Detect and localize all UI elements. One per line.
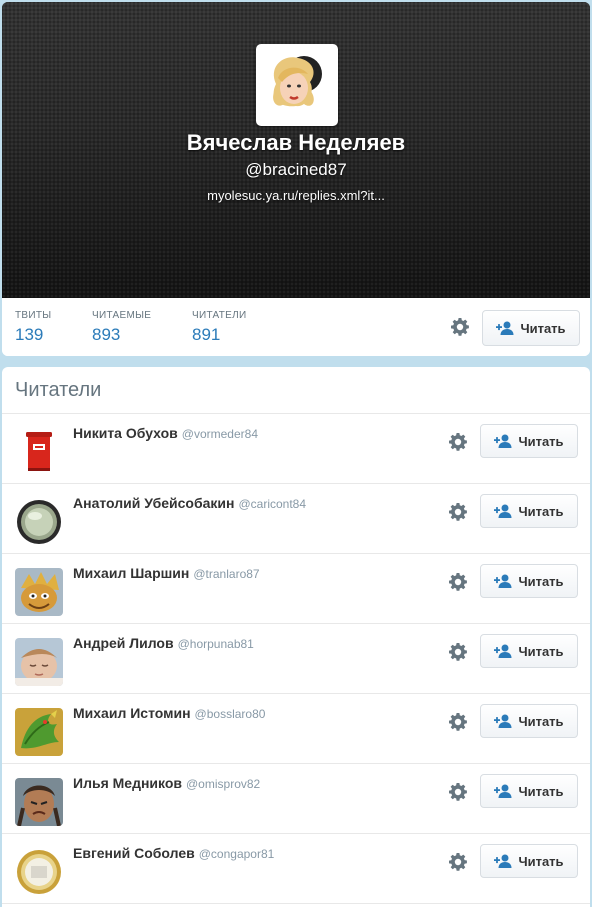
profile-avatar[interactable] [256,44,338,126]
follower-row[interactable]: Михаил Шаршин @tranlaro87 Читать [2,554,590,624]
add-user-icon [494,434,512,448]
profile-cover: Вячеслав Неделяев @bracined87 myolesuc.y… [2,2,590,298]
profile-url[interactable]: myolesuc.ya.ru/replies.xml?it... [2,188,590,203]
follower-name-line: Никита Обухов @vormeder84 [73,425,258,443]
follow-button-label: Читать [518,643,564,659]
add-user-icon [494,784,512,798]
follow-button-label: Читать [518,713,564,729]
follow-button[interactable]: Читать [480,494,578,528]
follower-name-line: Евгений Соболев @congapor81 [73,845,274,863]
stat-followers[interactable]: ЧИТАТЕЛИ 891 [192,310,246,345]
follower-avatar[interactable] [15,848,63,896]
gear-icon[interactable] [450,317,470,337]
follower-name-line: Анатолий Убейсобакин @caricont84 [73,495,306,513]
follower-row[interactable]: Михаил Истомин @bosslaro80 Читать [2,694,590,764]
follower-handle[interactable]: @horpunab81 [178,637,254,651]
follower-name[interactable]: Илья Медников [73,775,182,791]
follower-name[interactable]: Никита Обухов [73,425,178,441]
stat-tweets-label: ТВИТЫ [15,310,52,321]
follower-handle[interactable]: @caricont84 [238,497,306,511]
gear-icon[interactable] [448,642,468,662]
follower-handle[interactable]: @tranlaro87 [193,567,259,581]
stat-following-value: 893 [92,325,121,344]
follower-avatar[interactable] [15,708,63,756]
followers-rows: Никита Обухов @vormeder84 Читать Анатолий У… [2,414,590,904]
follow-button-label: Читать [520,320,566,336]
profile-card: Вячеслав Неделяев @bracined87 myolesuc.y… [2,2,590,356]
followers-list: Читатели Никита Обухов @vormeder84 Читать А… [2,367,590,907]
follower-row[interactable]: Андрей Лилов @horpunab81 Читать [2,624,590,694]
follow-button[interactable]: Читать [480,564,578,598]
follower-avatar[interactable] [15,498,63,546]
follower-name[interactable]: Михаил Шаршин [73,565,189,581]
profile-name: Вячеслав Неделяев [186,130,406,155]
follow-button-label: Читать [518,433,564,449]
add-user-icon [494,574,512,588]
follower-name-line: Андрей Лилов @horpunab81 [73,635,254,653]
follower-row[interactable]: Никита Обухов @vormeder84 Читать [2,414,590,484]
stat-followers-value: 891 [192,325,221,344]
stat-followers-label: ЧИТАТЕЛИ [192,310,247,321]
add-user-icon [496,321,514,335]
follower-name[interactable]: Анатолий Убейсобакин [73,495,234,511]
gear-icon[interactable] [448,782,468,802]
follower-name-line: Илья Медников @omisprov82 [73,775,260,793]
page: Вячеслав Неделяев @bracined87 myolesuc.y… [0,0,592,907]
gear-icon[interactable] [448,712,468,732]
follower-name[interactable]: Михаил Истомин [73,705,191,721]
follow-button[interactable]: Читать [480,634,578,668]
list-title: Читатели [2,367,590,414]
follower-name-line: Михаил Шаршин @tranlaro87 [73,565,260,583]
follow-button-label: Читать [518,503,564,519]
add-user-icon [494,854,512,868]
follower-handle[interactable]: @omisprov82 [186,777,260,791]
add-user-icon [494,644,512,658]
follow-button[interactable]: Читать [480,774,578,808]
stat-following-label: ЧИТАЕМЫЕ [92,310,152,321]
follower-handle[interactable]: @vormeder84 [182,427,258,441]
gear-icon[interactable] [448,852,468,872]
follower-row[interactable]: Илья Медников @omisprov82 Читать [2,764,590,834]
follower-avatar[interactable] [15,568,63,616]
follower-name[interactable]: Евгений Соболев [73,845,195,861]
follow-button-label: Читать [518,783,564,799]
follow-button[interactable]: Читать [480,704,578,738]
follower-row[interactable]: Анатолий Убейсобакин @caricont84 Читать [2,484,590,554]
follower-handle[interactable]: @congapor81 [199,847,275,861]
add-user-icon [494,714,512,728]
profile-handle[interactable]: @bracined87 [2,160,590,180]
stats-bar: ТВИТЫ 139 ЧИТАЕМЫЕ 893 ЧИТАТЕЛИ 891 Чита… [2,298,590,356]
follow-button[interactable]: Читать [480,844,578,878]
follower-avatar[interactable] [15,428,63,476]
follow-button-label: Читать [518,573,564,589]
stat-tweets[interactable]: ТВИТЫ 139 [15,310,51,345]
follower-name[interactable]: Андрей Лилов [73,635,174,651]
stat-following[interactable]: ЧИТАЕМЫЕ 893 [92,310,151,345]
follower-handle[interactable]: @bosslaro80 [195,707,266,721]
stat-tweets-value: 139 [15,325,44,344]
follower-name-line: Михаил Истомин @bosslaro80 [73,705,265,723]
add-user-icon [494,504,512,518]
gear-icon[interactable] [448,432,468,452]
follow-button[interactable]: Читать [482,310,580,346]
gear-icon[interactable] [448,502,468,522]
gear-icon[interactable] [448,572,468,592]
follower-avatar[interactable] [15,778,63,826]
follow-button[interactable]: Читать [480,424,578,458]
follow-button-label: Читать [518,853,564,869]
follower-avatar[interactable] [15,638,63,686]
